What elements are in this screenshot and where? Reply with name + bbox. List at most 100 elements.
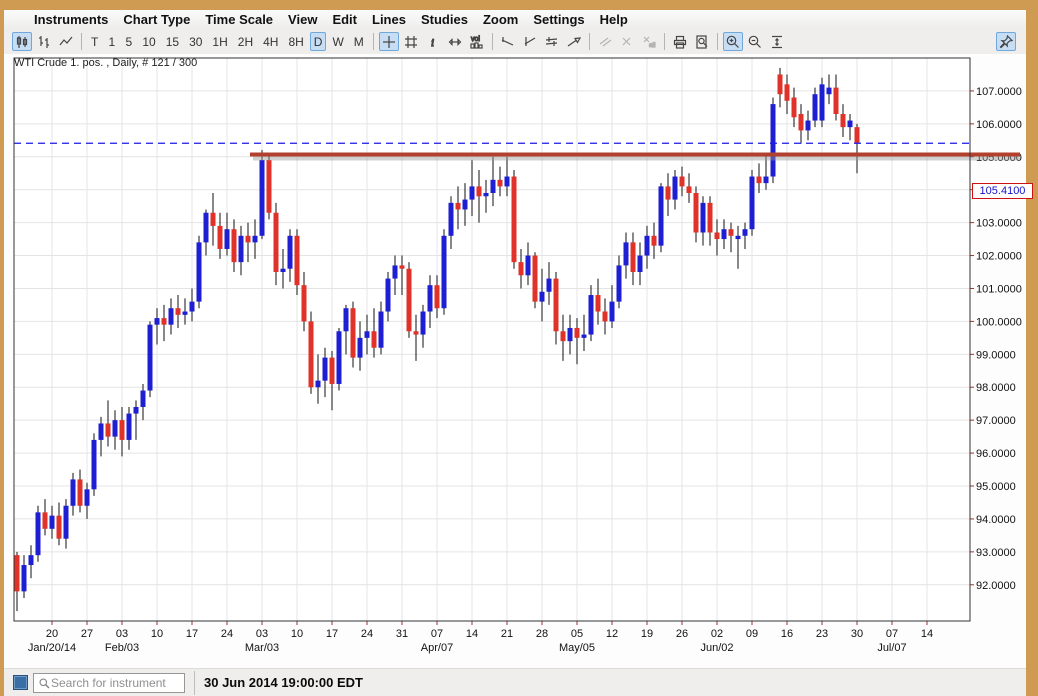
toolbar-group: T151015301H2H4H8HDWM bbox=[87, 32, 368, 51]
toolbar: T151015301H2H4H8HDWMivolall bbox=[4, 29, 1026, 54]
svg-text:17: 17 bbox=[326, 628, 338, 640]
print-preview-icon bbox=[694, 34, 710, 50]
search-input[interactable] bbox=[51, 676, 171, 690]
toolbar-separator bbox=[373, 33, 374, 50]
menu-lines[interactable]: Lines bbox=[372, 12, 406, 27]
trend-line-icon bbox=[500, 34, 516, 50]
svg-text:10: 10 bbox=[151, 628, 163, 640]
statusbar-divider bbox=[194, 671, 195, 695]
current-price-label: 105.4100 bbox=[972, 183, 1033, 199]
arrow-ray-button[interactable] bbox=[564, 32, 584, 51]
app-window: Instruments Chart Type Time Scale View Edit L… bbox=[4, 10, 1026, 686]
timeframe-t-button[interactable]: T bbox=[87, 32, 102, 51]
svg-text:92.0000: 92.0000 bbox=[976, 580, 1016, 592]
svg-text:23: 23 bbox=[816, 628, 828, 640]
print-button[interactable] bbox=[670, 32, 690, 51]
pin-window-icon bbox=[998, 34, 1014, 50]
extended-line-button[interactable] bbox=[520, 32, 540, 51]
svg-text:93.0000: 93.0000 bbox=[976, 547, 1016, 559]
timeframe-2h-button[interactable]: 2H bbox=[234, 32, 257, 51]
svg-text:09: 09 bbox=[746, 628, 758, 640]
toolbar-group bbox=[670, 32, 712, 51]
svg-text:07: 07 bbox=[886, 628, 898, 640]
svg-text:02: 02 bbox=[711, 628, 723, 640]
menu-time-scale[interactable]: Time Scale bbox=[205, 12, 273, 27]
volume-icon: vol bbox=[469, 34, 485, 50]
svg-text:all: all bbox=[649, 42, 656, 49]
volume-button[interactable]: vol bbox=[467, 32, 487, 51]
parallel-lines-button[interactable] bbox=[595, 32, 615, 51]
toolbar-group bbox=[723, 32, 787, 51]
timeframe-8h-button[interactable]: 8H bbox=[284, 32, 307, 51]
menu-edit[interactable]: Edit bbox=[332, 12, 357, 27]
candlestick-chart-icon bbox=[14, 34, 30, 50]
toolbar-separator bbox=[492, 33, 493, 50]
crosshair-button[interactable] bbox=[379, 32, 399, 51]
delete-all-lines-button[interactable]: all bbox=[639, 32, 659, 51]
arrow-ray-icon bbox=[566, 34, 582, 50]
svg-text:102.0000: 102.0000 bbox=[976, 251, 1022, 263]
pin-window-button[interactable] bbox=[996, 32, 1016, 51]
menu-instruments[interactable]: Instruments bbox=[34, 12, 108, 27]
horizontal-scale-button[interactable] bbox=[445, 32, 465, 51]
trend-line-button[interactable] bbox=[498, 32, 518, 51]
menu-bar: Instruments Chart Type Time Scale View Edit L… bbox=[4, 10, 1026, 29]
menu-studies[interactable]: Studies bbox=[421, 12, 468, 27]
zoom-in-button[interactable] bbox=[723, 32, 743, 51]
fit-vertical-button[interactable] bbox=[767, 32, 787, 51]
timeframe-5-button[interactable]: 5 bbox=[121, 32, 136, 51]
menu-help[interactable]: Help bbox=[600, 12, 628, 27]
svg-text:94.0000: 94.0000 bbox=[976, 514, 1016, 526]
timeframe-1h-button[interactable]: 1H bbox=[208, 32, 231, 51]
timeframe-w-button[interactable]: W bbox=[328, 32, 347, 51]
toolbar-group bbox=[12, 32, 76, 51]
timeframe-m-button[interactable]: M bbox=[350, 32, 368, 51]
zoom-out-button[interactable] bbox=[745, 32, 765, 51]
print-preview-button[interactable] bbox=[692, 32, 712, 51]
svg-text:03: 03 bbox=[116, 628, 128, 640]
svg-text:12: 12 bbox=[606, 628, 618, 640]
timeframe-4h-button[interactable]: 4H bbox=[259, 32, 282, 51]
timeframe-d-button[interactable]: D bbox=[310, 32, 327, 51]
svg-text:19: 19 bbox=[641, 628, 653, 640]
svg-text:28: 28 bbox=[536, 628, 548, 640]
info-icon: i bbox=[425, 34, 441, 50]
grid-icon bbox=[403, 34, 419, 50]
svg-text:Apr/07: Apr/07 bbox=[421, 642, 453, 654]
line-chart-button[interactable] bbox=[56, 32, 76, 51]
svg-text:101.0000: 101.0000 bbox=[976, 283, 1022, 295]
timeframe-15-button[interactable]: 15 bbox=[162, 32, 183, 51]
ohlc-bars-button[interactable] bbox=[34, 32, 54, 51]
svg-text:Jan/20/14: Jan/20/14 bbox=[28, 642, 76, 654]
menu-view[interactable]: View bbox=[288, 12, 317, 27]
menu-settings[interactable]: Settings bbox=[533, 12, 584, 27]
svg-text:07: 07 bbox=[431, 628, 443, 640]
svg-text:107.0000: 107.0000 bbox=[976, 86, 1022, 98]
svg-text:96.0000: 96.0000 bbox=[976, 448, 1016, 460]
timeframe-10-button[interactable]: 10 bbox=[138, 32, 159, 51]
svg-text:24: 24 bbox=[221, 628, 233, 640]
timeframe-1-button[interactable]: 1 bbox=[104, 32, 119, 51]
delete-line-icon bbox=[619, 34, 635, 50]
search-box[interactable] bbox=[33, 673, 185, 693]
price-chart[interactable]: 92.000093.000094.000095.000096.000097.00… bbox=[4, 54, 1034, 668]
candlestick-chart-button[interactable] bbox=[12, 32, 32, 51]
parallel-channel-button[interactable] bbox=[542, 32, 562, 51]
menu-chart-type[interactable]: Chart Type bbox=[123, 12, 190, 27]
svg-text:106.0000: 106.0000 bbox=[976, 119, 1022, 131]
timeframe-30-button[interactable]: 30 bbox=[185, 32, 206, 51]
svg-text:26: 26 bbox=[676, 628, 688, 640]
info-button[interactable]: i bbox=[423, 32, 443, 51]
svg-text:10: 10 bbox=[291, 628, 303, 640]
search-icon bbox=[38, 677, 51, 690]
instrument-link-icon[interactable] bbox=[13, 675, 28, 690]
extended-line-icon bbox=[522, 34, 538, 50]
delete-line-button[interactable] bbox=[617, 32, 637, 51]
menu-zoom[interactable]: Zoom bbox=[483, 12, 518, 27]
chart-region[interactable]: 92.000093.000094.000095.000096.000097.00… bbox=[4, 54, 1026, 668]
grid-button[interactable] bbox=[401, 32, 421, 51]
svg-text:14: 14 bbox=[466, 628, 478, 640]
svg-text:16: 16 bbox=[781, 628, 793, 640]
toolbar-separator bbox=[589, 33, 590, 50]
toolbar-group: i vol bbox=[379, 32, 487, 51]
